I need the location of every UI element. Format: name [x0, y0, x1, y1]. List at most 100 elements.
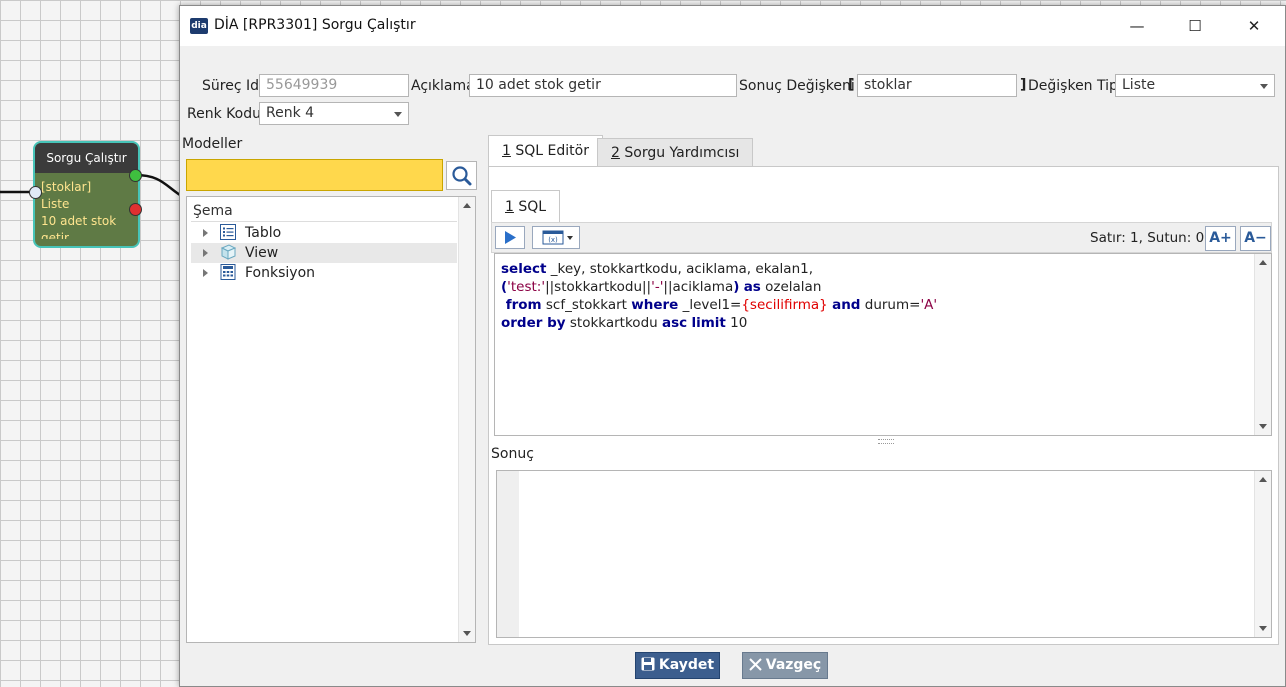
tab-sorgu-yardimcisi[interactable]: 2 Sorgu Yardımcısı — [597, 138, 754, 166]
renk-kodu-select[interactable]: Renk 4 — [259, 102, 409, 125]
cursor-position-status: Satır: 1, Sutun: 0 — [1090, 230, 1205, 246]
code-token: '-' — [651, 279, 664, 295]
scroll-up-icon[interactable] — [1259, 260, 1267, 265]
view-cube-icon — [220, 244, 236, 260]
scroll-down-icon[interactable] — [463, 631, 471, 636]
code-token: where — [631, 297, 679, 313]
editor-scrollbar[interactable] — [1254, 254, 1271, 435]
code-token: and — [832, 297, 861, 313]
code-token: _level1= — [678, 297, 742, 313]
aciklama-field[interactable]: 10 adet stok getir — [469, 74, 737, 97]
aciklama-label: Açıklama — [411, 78, 475, 94]
renk-kodu-label: Renk Kodu — [187, 106, 261, 122]
close-icon — [749, 658, 762, 671]
scroll-down-icon[interactable] — [1259, 424, 1267, 429]
code-token: from — [501, 297, 542, 313]
surec-id-field[interactable]: 55649939 — [259, 74, 409, 97]
tab-sql[interactable]: 1 SQL — [491, 190, 561, 222]
code-token: durum= — [860, 297, 921, 313]
variable-insert-button[interactable]: (x) — [532, 226, 580, 249]
tree-scrollbar[interactable] — [458, 197, 475, 642]
code-token: 10 — [725, 315, 748, 331]
model-search-input[interactable] — [186, 159, 443, 191]
tree-item-view[interactable]: View — [191, 243, 457, 263]
code-token: ||aciklama — [663, 279, 734, 295]
result-gutter — [497, 471, 519, 637]
calculator-icon — [220, 264, 236, 280]
code-line[interactable]: select _key, stokkartkodu, aciklama, eka… — [501, 260, 937, 278]
model-tree: Şema Tablo View Fonksiyon — [186, 196, 476, 643]
variable-icon: (x) — [542, 230, 573, 245]
tree-item-label: View — [245, 245, 279, 261]
code-token: 'A' — [920, 297, 938, 313]
bracket-open: [ — [848, 77, 855, 93]
minimize-button[interactable]: — — [1108, 6, 1166, 46]
floppy-disk-icon — [641, 657, 655, 671]
code-line[interactable]: ('test:'||stokkartkodu||'-'||aciklama) a… — [501, 278, 937, 296]
result-scrollbar[interactable] — [1254, 471, 1271, 637]
tree-item-tablo[interactable]: Tablo — [191, 223, 457, 243]
sonuc-label: Sonuç — [491, 446, 534, 462]
code-token: limit — [691, 315, 726, 331]
code-line[interactable]: order by stokkartkodu asc limit 10 — [501, 314, 937, 332]
degisken-tipi-select[interactable]: Liste — [1115, 74, 1275, 97]
code-token: asc — [661, 315, 688, 331]
sonuc-degiskeni-label: Sonuç Değişkeni — [739, 78, 855, 94]
cancel-button[interactable]: Vazgeç — [742, 652, 828, 679]
tree-item-label: Fonksiyon — [245, 265, 316, 281]
node-line: 10 adet stok — [41, 214, 117, 228]
scroll-up-icon[interactable] — [463, 203, 471, 208]
scroll-down-icon[interactable] — [1259, 626, 1267, 631]
expand-arrow-icon[interactable] — [203, 229, 208, 237]
node-title: Sorgu Çalıştır — [35, 143, 138, 173]
scroll-up-icon[interactable] — [1259, 477, 1267, 482]
list-icon — [220, 224, 236, 240]
search-button[interactable] — [446, 161, 477, 190]
node-output-port-error[interactable] — [129, 203, 142, 216]
font-decrease-button[interactable]: A− — [1240, 226, 1271, 251]
node-body: [stoklar] Liste 10 adet stok getir — [35, 173, 138, 239]
run-button[interactable] — [495, 226, 525, 249]
editor-toolbar: (x) Satır: 1, Sutun: 0 A+ A− — [491, 222, 1272, 253]
cancel-button-label: Vazgeç — [765, 657, 822, 673]
tab-label: Sorgu Yardımcısı — [624, 145, 740, 161]
node-line: getir — [41, 231, 69, 239]
code-line[interactable]: from scf_stokkart where _level1={secilif… — [501, 296, 937, 314]
tree-item-fonksiyon[interactable]: Fonksiyon — [191, 263, 457, 283]
sonuc-degiskeni-field[interactable]: stoklar — [857, 74, 1017, 97]
code-token: stokkartkodu — [565, 315, 662, 331]
splitter-handle[interactable] — [878, 439, 894, 444]
workflow-node-sorgu-calistir[interactable]: Sorgu Çalıştır [stoklar] Liste 10 adet s… — [33, 141, 140, 248]
node-output-port-success[interactable] — [129, 169, 142, 182]
code-token: scf_stokkart — [541, 297, 632, 313]
tree-root-sema[interactable]: Şema — [193, 201, 233, 221]
close-button[interactable]: ✕ — [1225, 6, 1283, 46]
result-output[interactable] — [496, 470, 1272, 638]
save-button[interactable]: Kaydet — [635, 652, 720, 679]
code-token: order by — [501, 315, 566, 331]
code-token: ozelalan — [760, 279, 822, 295]
play-icon — [505, 231, 516, 244]
expand-arrow-icon[interactable] — [203, 269, 208, 277]
tree-item-label: Tablo — [245, 225, 282, 241]
maximize-button[interactable]: ☐ — [1166, 6, 1224, 46]
title-bar[interactable]: dia DİA [RPR3301] Sorgu Çalıştır — ☐ ✕ — [180, 6, 1285, 46]
tab-label: SQL Editör — [515, 143, 589, 159]
renk-kodu-value: Renk 4 — [266, 105, 315, 121]
sql-code[interactable]: select _key, stokkartkodu, aciklama, eka… — [501, 260, 937, 332]
tab-sql-editor[interactable]: 1 SQL Editör — [488, 135, 603, 166]
code-token: {secilifirma} — [741, 297, 828, 313]
degisken-tipi-label: Değişken Tipi — [1028, 78, 1122, 94]
font-increase-button[interactable]: A+ — [1205, 226, 1236, 251]
modeller-label: Modeller — [182, 136, 243, 152]
dia-logo-icon: dia — [190, 18, 208, 34]
node-input-port[interactable] — [29, 186, 42, 199]
degisken-tipi-value: Liste — [1122, 77, 1156, 93]
code-token: as — [743, 279, 761, 295]
expand-arrow-icon[interactable] — [203, 249, 208, 257]
tree-header-divider — [191, 221, 457, 222]
sql-code-editor[interactable]: select _key, stokkartkodu, aciklama, eka… — [494, 253, 1272, 436]
save-button-label: Kaydet — [658, 657, 715, 673]
chevron-down-icon — [394, 112, 402, 117]
search-icon — [452, 166, 472, 186]
